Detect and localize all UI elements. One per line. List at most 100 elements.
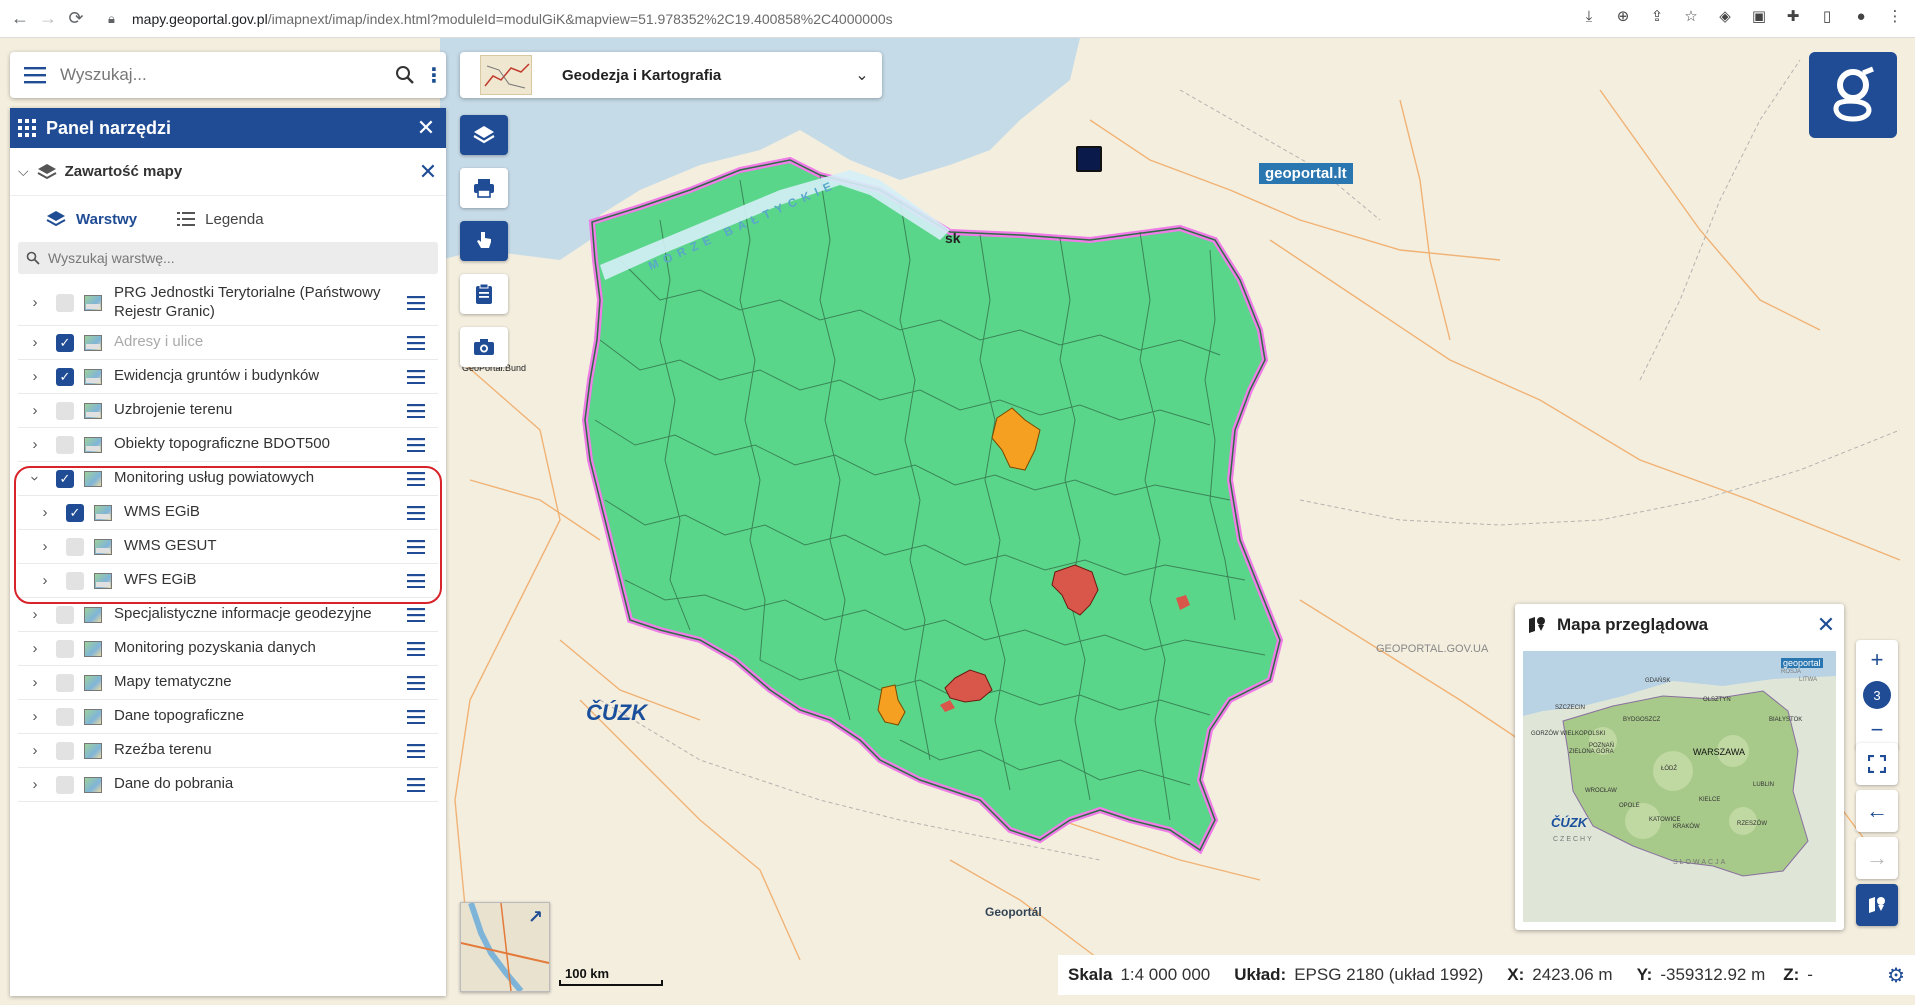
layer-row[interactable]: › Dane topograficzne <box>18 700 438 734</box>
scale-value[interactable]: 1:4 000 000 <box>1120 965 1210 985</box>
expand-chevron-icon[interactable]: › <box>24 674 46 691</box>
layer-menu-icon[interactable] <box>402 437 430 452</box>
layer-menu-icon[interactable] <box>402 471 430 486</box>
share-icon[interactable]: ⇪ <box>1647 6 1667 26</box>
layer-row[interactable]: › Uzbrojenie terenu <box>18 394 438 428</box>
layer-menu-icon[interactable] <box>402 369 430 384</box>
layer-checkbox[interactable] <box>56 775 74 794</box>
identify-button[interactable] <box>460 221 508 261</box>
menu-kebab-icon[interactable]: ⋮ <box>1885 6 1905 26</box>
gear-icon[interactable]: ⚙ <box>1887 963 1905 988</box>
screenshot-button[interactable] <box>460 327 508 367</box>
expand-chevron-icon[interactable]: › <box>24 640 46 657</box>
expand-chevron-icon[interactable]: › <box>24 368 46 385</box>
layer-checkbox[interactable]: ✓ <box>56 469 74 488</box>
map-composition-select[interactable]: Geodezja i Kartografia ⌄ <box>460 52 882 98</box>
puzzle-icon[interactable]: ✚ <box>1783 6 1803 26</box>
layer-row[interactable]: › Specjalistyczne informacje geodezyjne <box>18 598 438 632</box>
overview-map-image[interactable]: GDAŃSK OLSZTYN SZCZECIN BYDGOSZCZ BIAŁYS… <box>1523 651 1836 922</box>
back-view-button[interactable]: ← <box>1856 790 1898 832</box>
profile-icon[interactable]: ● <box>1851 6 1871 26</box>
layer-row[interactable]: › Mapy tematyczne <box>18 666 438 700</box>
layer-checkbox[interactable] <box>56 707 74 726</box>
basemap-thumbnail[interactable]: ↗ <box>460 902 550 993</box>
layer-row[interactable]: › Obiekty topograficzne BDOT500 <box>18 428 438 462</box>
layer-checkbox[interactable] <box>66 537 84 556</box>
search-input[interactable]: Wyszukaj... <box>60 65 388 85</box>
map-contents-header[interactable]: ⌵ Zawartość mapy ✕ <box>10 148 446 196</box>
close-panel-icon[interactable]: ✕ <box>406 115 446 141</box>
back-icon[interactable]: ← <box>6 5 34 33</box>
print-button[interactable] <box>460 168 508 208</box>
chevron-down-icon[interactable]: ⌄ <box>842 65 882 85</box>
layer-search-input[interactable]: Wyszukaj warstwę... <box>18 242 438 274</box>
address-bar[interactable]: 🔒︎ mapy.geoportal.gov.pl/imapnext/imap/i… <box>108 5 1578 33</box>
layer-checkbox[interactable]: ✓ <box>56 333 74 352</box>
layer-row[interactable]: › Dane do pobrania <box>18 768 438 802</box>
layer-checkbox[interactable] <box>56 639 74 658</box>
sublayer-row[interactable]: › WFS EGiB <box>18 564 438 598</box>
layer-menu-icon[interactable] <box>402 607 430 622</box>
layer-menu-icon[interactable] <box>402 675 430 690</box>
layer-checkbox[interactable] <box>56 401 74 420</box>
notes-button[interactable] <box>460 274 508 314</box>
expand-chevron-icon[interactable]: › <box>24 436 46 453</box>
extension2-icon[interactable]: ▣ <box>1749 6 1769 26</box>
forward-view-button[interactable]: → <box>1856 837 1898 879</box>
layer-checkbox[interactable] <box>56 673 74 692</box>
layer-menu-icon[interactable] <box>402 335 430 350</box>
layer-menu-icon[interactable] <box>402 709 430 724</box>
search-icon[interactable] <box>388 65 422 85</box>
layer-menu-icon[interactable] <box>402 573 430 588</box>
install-icon[interactable]: ⤓ <box>1579 6 1599 26</box>
layer-checkbox[interactable] <box>56 293 74 312</box>
expand-chevron-icon[interactable]: › <box>34 504 56 521</box>
tab-legend[interactable]: Legenda <box>177 211 264 228</box>
extension-icon[interactable]: ◈ <box>1715 6 1735 26</box>
expand-chevron-icon[interactable]: › <box>24 708 46 725</box>
expand-chevron-icon[interactable]: › <box>34 572 56 589</box>
more-options-icon[interactable]: ⋮ <box>422 63 446 88</box>
layer-checkbox[interactable] <box>56 605 74 624</box>
sidepanel-icon[interactable]: ▯ <box>1817 6 1837 26</box>
expand-chevron-icon[interactable]: › <box>24 294 46 311</box>
hamburger-menu-icon[interactable] <box>10 52 60 98</box>
fullscreen-button[interactable] <box>1856 743 1898 785</box>
layers-button[interactable] <box>460 115 508 155</box>
layer-menu-icon[interactable] <box>402 641 430 656</box>
layer-checkbox[interactable] <box>56 741 74 760</box>
sublayer-row[interactable]: › ✓ WMS EGiB <box>18 496 438 530</box>
crs-value[interactable]: EPSG 2180 (układ 1992) <box>1294 965 1483 985</box>
layer-row[interactable]: › Monitoring pozyskania danych <box>18 632 438 666</box>
layer-checkbox[interactable]: ✓ <box>56 367 74 386</box>
expand-chevron-icon[interactable]: › <box>34 538 56 555</box>
bookmark-star-icon[interactable]: ☆ <box>1681 6 1701 26</box>
layer-menu-icon[interactable] <box>402 743 430 758</box>
layer-checkbox[interactable]: ✓ <box>66 503 84 522</box>
layer-menu-icon[interactable] <box>402 403 430 418</box>
layer-row[interactable]: › PRG Jednostki Terytorialne (Państwowy … <box>18 280 438 326</box>
forward-icon[interactable]: → <box>34 5 62 33</box>
layer-row-monitoring-group[interactable]: › ✓ Monitoring usług powiatowych <box>18 462 438 496</box>
sublayer-row[interactable]: › WMS GESUT <box>18 530 438 564</box>
expand-chevron-icon[interactable]: › <box>24 742 46 759</box>
layer-row[interactable]: › ✓ Adresy i ulice <box>18 326 438 360</box>
zoom-in-button[interactable]: + <box>1856 640 1898 680</box>
layer-row[interactable]: › Rzeźba terenu <box>18 734 438 768</box>
collapse-chevron-icon[interactable]: › <box>27 468 44 490</box>
expand-chevron-icon[interactable]: › <box>24 334 46 351</box>
tab-layers[interactable]: Warstwy <box>46 210 137 228</box>
close-overview-icon[interactable]: ✕ <box>1808 612 1844 638</box>
layer-menu-icon[interactable] <box>402 295 430 310</box>
close-section-icon[interactable]: ✕ <box>410 159 446 185</box>
reload-icon[interactable]: ⟳ <box>62 5 90 33</box>
geoportal-logo[interactable] <box>1809 52 1897 138</box>
layer-row[interactable]: › ✓ Ewidencja gruntów i budynków <box>18 360 438 394</box>
layer-checkbox[interactable] <box>66 571 84 590</box>
expand-chevron-icon[interactable]: › <box>24 606 46 623</box>
layer-checkbox[interactable] <box>56 435 74 454</box>
expand-chevron-icon[interactable]: › <box>24 402 46 419</box>
layer-menu-icon[interactable] <box>402 505 430 520</box>
layer-menu-icon[interactable] <box>402 777 430 792</box>
collapse-chevron-icon[interactable]: ⌵ <box>18 163 29 180</box>
